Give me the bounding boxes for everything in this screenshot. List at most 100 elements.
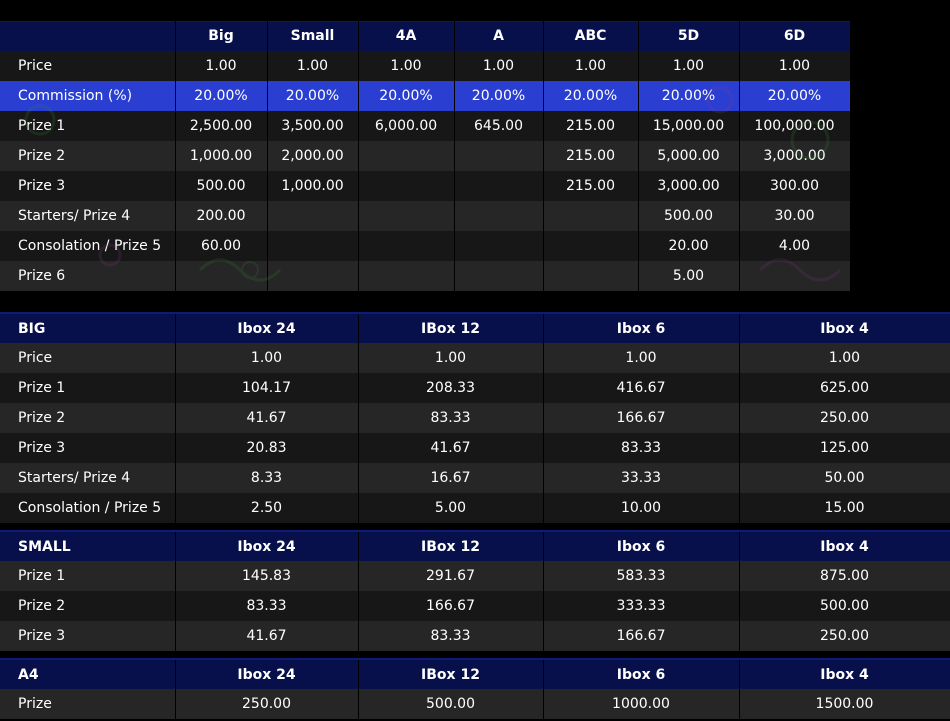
table-cell: 291.67: [358, 561, 544, 591]
main-prize-table: Big Small 4A A ABC 5D 6D Price 1.00 1.00…: [0, 21, 851, 291]
table-row: Price 1.00 1.00 1.00 1.00 1.00 1.00 1.00: [0, 50, 851, 81]
main-header-4a: 4A: [358, 21, 455, 51]
table-row: Prize 3 41.67 83.33 166.67 250.00: [0, 621, 950, 651]
table-cell: 20.00%: [358, 80, 455, 111]
table-cell: 20.00%: [454, 80, 544, 111]
a4-header-label: A4: [0, 658, 176, 689]
table-cell: 15,000.00: [638, 110, 740, 141]
table-cell: 33.33: [543, 463, 740, 493]
table-cell: 10.00: [543, 493, 740, 523]
a4-ibox-table: A4 Ibox 24 IBox 12 Ibox 6 Ibox 4 Prize 2…: [0, 658, 950, 719]
table-cell: 2,500.00: [175, 110, 268, 141]
table-cell: 1.00: [358, 343, 544, 373]
table-cell: 583.33: [543, 561, 740, 591]
table-row: Prize 1 145.83 291.67 583.33 875.00: [0, 561, 950, 591]
table-cell: 500.00: [175, 170, 268, 201]
table-cell: 200.00: [175, 200, 268, 231]
header-ibox-4: Ibox 4: [739, 658, 950, 689]
table-cell: 166.67: [358, 591, 544, 621]
table-row: Prize 6 5.00: [0, 260, 851, 291]
table-row: Prize 250.00 500.00 1000.00 1500.00: [0, 689, 950, 719]
big-ibox-table: BIG Ibox 24 IBox 12 Ibox 6 Ibox 4 Price …: [0, 312, 950, 523]
a4-table-header-row: A4 Ibox 24 IBox 12 Ibox 6 Ibox 4: [0, 658, 950, 689]
table-cell: 50.00: [739, 463, 950, 493]
table-cell: 1.00: [175, 50, 268, 81]
header-ibox-6: Ibox 6: [543, 312, 740, 343]
table-row: Prize 3 500.00 1,000.00 215.00 3,000.00 …: [0, 170, 851, 201]
table-cell: 2,000.00: [267, 140, 359, 171]
table-row: Consolation / Prize 5 2.50 5.00 10.00 15…: [0, 493, 950, 523]
table-cell: 20.00%: [267, 80, 359, 111]
table-cell: [358, 170, 455, 201]
table-cell: 8.33: [175, 463, 359, 493]
table-row: Prize 1 104.17 208.33 416.67 625.00: [0, 373, 950, 403]
row-label: Prize 2: [0, 140, 176, 171]
table-cell: [454, 170, 544, 201]
row-label: Prize 3: [0, 170, 176, 201]
table-cell: 15.00: [739, 493, 950, 523]
header-ibox-12: IBox 12: [358, 312, 544, 343]
table-cell: 30.00: [739, 200, 851, 231]
table-cell: 500.00: [638, 200, 740, 231]
row-label: Prize 2: [0, 403, 176, 433]
main-header-a: A: [454, 21, 544, 51]
table-cell: 41.67: [175, 403, 359, 433]
table-row: Prize 3 20.83 41.67 83.33 125.00: [0, 433, 950, 463]
table-cell: [543, 200, 639, 231]
table-cell: 875.00: [739, 561, 950, 591]
table-cell: 20.83: [175, 433, 359, 463]
row-label: Prize: [0, 689, 176, 719]
table-cell: 215.00: [543, 170, 639, 201]
table-cell: 60.00: [175, 230, 268, 261]
table-cell: 6,000.00: [358, 110, 455, 141]
big-header-label: BIG: [0, 312, 176, 343]
main-header-small: Small: [267, 21, 359, 51]
table-cell: 5.00: [638, 260, 740, 291]
table-cell: 83.33: [543, 433, 740, 463]
table-cell: 1000.00: [543, 689, 740, 719]
table-cell: 104.17: [175, 373, 359, 403]
small-table-header-row: SMALL Ibox 24 IBox 12 Ibox 6 Ibox 4: [0, 530, 950, 561]
row-label: Starters/ Prize 4: [0, 463, 176, 493]
header-ibox-6: Ibox 6: [543, 530, 740, 561]
main-header-5d: 5D: [638, 21, 740, 51]
table-cell: [358, 140, 455, 171]
header-ibox-12: IBox 12: [358, 658, 544, 689]
header-ibox-6: Ibox 6: [543, 658, 740, 689]
table-cell: 166.67: [543, 621, 740, 651]
table-row: Prize 1 2,500.00 3,500.00 6,000.00 645.0…: [0, 110, 851, 141]
row-label: Price: [0, 343, 176, 373]
table-cell: [543, 230, 639, 261]
table-cell: 3,000.00: [739, 140, 851, 171]
table-cell: [454, 260, 544, 291]
row-label: Starters/ Prize 4: [0, 200, 176, 231]
table-cell: 215.00: [543, 140, 639, 171]
row-label: Prize 3: [0, 621, 176, 651]
table-cell: 500.00: [358, 689, 544, 719]
table-cell: 1.00: [454, 50, 544, 81]
table-cell: 416.67: [543, 373, 740, 403]
main-table-header-row: Big Small 4A A ABC 5D 6D: [0, 21, 851, 51]
table-row: Starters/ Prize 4 8.33 16.67 33.33 50.00: [0, 463, 950, 493]
table-cell: 250.00: [175, 689, 359, 719]
main-header-blank: [0, 21, 176, 51]
header-ibox-12: IBox 12: [358, 530, 544, 561]
table-cell: 5,000.00: [638, 140, 740, 171]
row-label: Prize 1: [0, 373, 176, 403]
table-cell: 4.00: [739, 230, 851, 261]
table-row: Consolation / Prize 5 60.00 20.00 4.00: [0, 230, 851, 261]
table-cell: [358, 230, 455, 261]
table-cell: 300.00: [739, 170, 851, 201]
table-cell: 250.00: [739, 621, 950, 651]
row-label: Prize 1: [0, 561, 176, 591]
table-cell: 1.00: [739, 50, 851, 81]
prize-table-page: Big Small 4A A ABC 5D 6D Price 1.00 1.00…: [0, 0, 950, 721]
table-cell: 16.67: [358, 463, 544, 493]
table-cell: 3,000.00: [638, 170, 740, 201]
main-header-abc: ABC: [543, 21, 639, 51]
table-cell: 208.33: [358, 373, 544, 403]
table-row: Price 1.00 1.00 1.00 1.00: [0, 343, 950, 373]
table-cell: 83.33: [358, 403, 544, 433]
table-cell: 166.67: [543, 403, 740, 433]
table-cell: 1,000.00: [175, 140, 268, 171]
